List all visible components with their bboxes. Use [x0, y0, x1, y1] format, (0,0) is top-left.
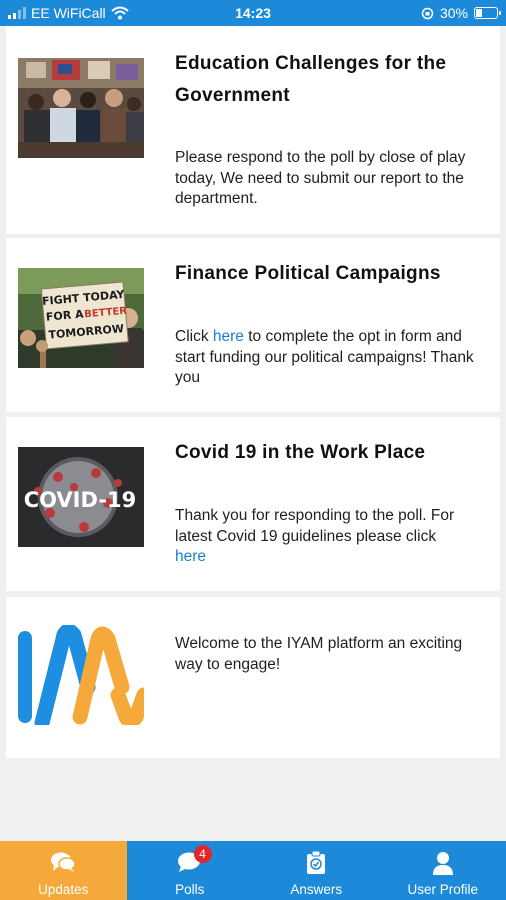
body-text: Thank you for responding to the poll. Fo…: [175, 507, 455, 545]
feed-card[interactable]: Education Challenges for the Government …: [6, 26, 500, 234]
card-title: Finance Political Campaigns: [175, 263, 441, 284]
covid-text: COVID-19: [24, 488, 137, 512]
card-body: Thank you for responding to the poll. Fo…: [175, 506, 492, 568]
user-icon: [432, 852, 453, 875]
chat-bubbles-icon: [51, 852, 76, 872]
clipboard-check-icon: [307, 851, 326, 874]
iyam-logo: [18, 625, 144, 725]
nav-label: Updates: [38, 882, 89, 897]
battery-icon: [474, 7, 501, 19]
feed-card[interactable]: FIGHT TODAY FOR A BETTER TOMORROW Financ…: [6, 238, 500, 412]
card-title: Covid 19 in the Work Place: [175, 442, 426, 463]
nav-label: Answers: [290, 882, 343, 897]
nav-label: Polls: [175, 882, 205, 897]
here-link[interactable]: here: [175, 548, 206, 565]
card-body: Please respond to the poll by close of p…: [175, 149, 466, 207]
feed-card[interactable]: COVID-19 Covid 19 in the Work Place Than…: [6, 417, 500, 591]
protest-crowd-photo: [18, 58, 144, 158]
body-text-start: Click: [175, 328, 213, 345]
card-body: Welcome to the IYAM platform an exciting…: [175, 635, 463, 673]
card-title: Education Challenges for the Government: [175, 53, 447, 106]
nav-tab-updates[interactable]: Updates: [0, 841, 127, 900]
battery-percent: 30%: [439, 5, 468, 21]
status-bar: EE WiFiCall 14:23 30%: [0, 0, 506, 26]
polls-badge: 4: [193, 845, 212, 863]
nav-tab-user-profile[interactable]: User Profile: [380, 841, 506, 900]
battery-fill: [476, 9, 482, 17]
bottom-nav: Updates 4 Polls Answers User Profile: [0, 841, 506, 900]
status-right: 30%: [421, 5, 501, 21]
nav-label: User Profile: [407, 882, 479, 897]
feed-card[interactable]: Welcome to the IYAM platform an exciting…: [6, 597, 500, 758]
orientation-lock-icon: [421, 7, 434, 19]
covid-virus-photo: COVID-19: [18, 447, 144, 547]
nav-tab-polls[interactable]: 4 Polls: [127, 841, 254, 900]
nav-tab-answers[interactable]: Answers: [253, 841, 380, 900]
here-link[interactable]: here: [213, 328, 244, 345]
card-body: Click here to complete the opt in form a…: [175, 327, 492, 389]
protest-sign-photo: FIGHT TODAY FOR A BETTER TOMORROW: [18, 268, 144, 368]
